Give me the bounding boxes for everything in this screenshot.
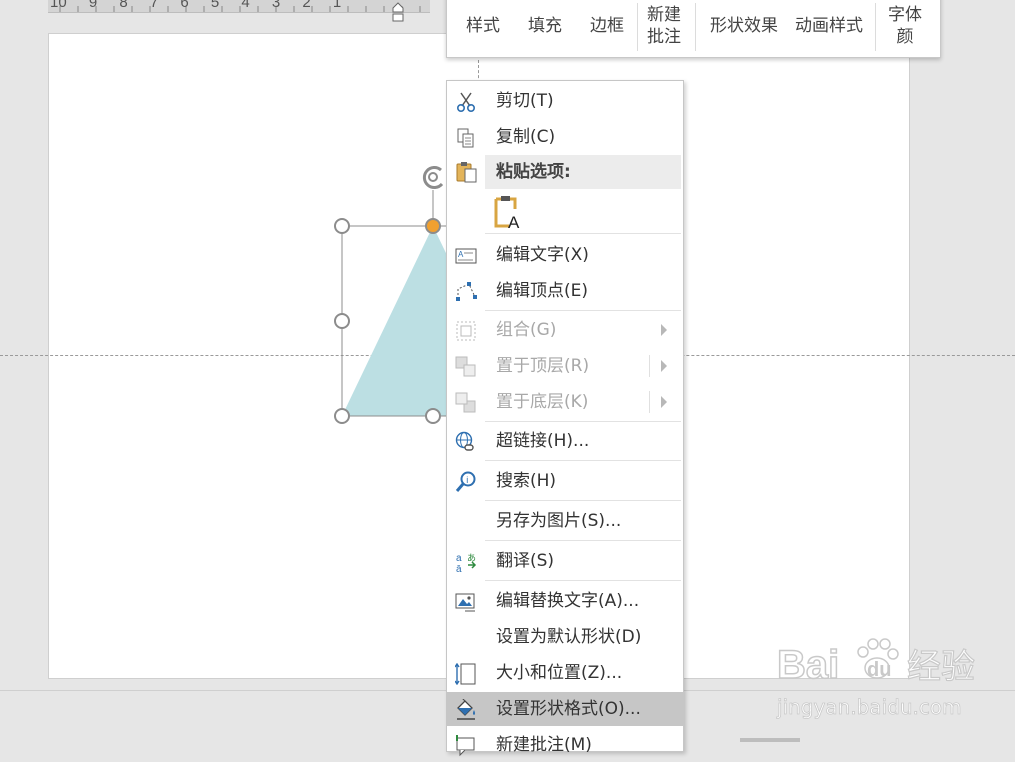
menu-item-translate[interactable]: a あ ā 翻译(S) [447, 544, 683, 578]
menu-item-label: 设置为默认形状(D) [496, 627, 642, 647]
menu-separator [485, 500, 681, 501]
resize-handle-bottom-left[interactable] [334, 408, 350, 424]
bring-to-front-icon [455, 356, 476, 377]
menu-separator [485, 540, 681, 541]
menu-item-label: 超链接(H)... [496, 431, 590, 451]
menu-item-set-default-shape[interactable]: 设置为默认形状(D) [447, 620, 683, 654]
horizontal-ruler: 10 9 8 7 6 5 4 3 2 1 [48, 0, 430, 13]
send-to-back-icon [455, 392, 476, 413]
toolbar-divider [637, 3, 638, 51]
size-position-icon [455, 663, 476, 685]
new-comment-icon [456, 735, 475, 757]
format-shape-bucket-icon [457, 699, 475, 720]
scissors-icon [456, 92, 476, 113]
baidu-jingyan-watermark: Bai du 经验 jingyan.baidu.com [776, 638, 976, 719]
menu-item-search[interactable]: i 搜索(H) [447, 464, 683, 498]
svg-text:ā: ā [456, 564, 462, 573]
style-button[interactable]: 样式 [457, 0, 509, 57]
menu-item-label: 置于底层(K) [496, 392, 589, 412]
animation-style-button[interactable]: 动画样式 [789, 0, 869, 57]
menu-item-label: 设置形状格式(O)... [496, 699, 641, 719]
submenu-arrow-icon[interactable] [661, 360, 667, 372]
svg-text:du: du [867, 659, 891, 681]
split-divider [649, 391, 650, 413]
submenu-arrow-icon[interactable] [661, 396, 667, 408]
menu-item-label: 粘贴选项: [496, 162, 571, 182]
menu-separator [485, 310, 681, 311]
menu-item-size-position[interactable]: 大小和位置(Z)... [447, 656, 683, 690]
menu-item-label: 新建批注(M) [496, 735, 592, 755]
ruler-numbers: 10 9 8 7 6 5 4 3 2 1 [50, 0, 342, 11]
menu-item-send-to-back[interactable]: 置于底层(K) [447, 385, 683, 419]
menu-item-bring-to-front[interactable]: 置于顶层(R) [447, 349, 683, 383]
adjust-handle[interactable] [425, 218, 441, 234]
menu-item-copy[interactable]: 复制(C) [447, 120, 683, 154]
menu-item-edit-points[interactable]: 编辑顶点(E) [447, 274, 683, 308]
menu-item-label: 编辑文字(X) [496, 245, 589, 265]
fill-button[interactable]: 填充 [519, 0, 571, 57]
group-icon [456, 321, 476, 341]
menu-separator [485, 233, 681, 234]
search-icon: i [455, 471, 476, 492]
split-divider [649, 355, 650, 377]
menu-item-label: 搜索(H) [496, 471, 557, 491]
menu-item-label: 组合(G) [496, 320, 557, 340]
svg-text:i: i [466, 475, 468, 485]
watermark-url-text: jingyan.baidu.com [776, 695, 962, 719]
paste-keep-text-only-icon[interactable]: A [493, 195, 525, 229]
watermark-brand-text: Bai [777, 643, 839, 687]
menu-item-label: 另存为图片(S)... [496, 511, 622, 531]
menu-separator [485, 580, 681, 581]
svg-text:a: a [456, 553, 462, 564]
indent-marker-icon[interactable] [392, 2, 404, 22]
paste-options-header: 粘贴选项: [485, 155, 681, 189]
watermark-jingyan-text: 经验 [907, 647, 975, 687]
menu-item-save-as-picture[interactable]: 另存为图片(S)... [447, 504, 683, 538]
shape-effects-button[interactable]: 形状效果 [703, 0, 785, 57]
menu-item-new-comment[interactable]: 新建批注(M) [447, 728, 683, 762]
edit-text-icon: A [455, 248, 477, 264]
menu-item-cut[interactable]: 剪切(T) [447, 84, 683, 118]
toolbar-divider [875, 3, 876, 51]
new-comment-button[interactable]: 新建 批注 [639, 0, 689, 57]
copy-icon [457, 128, 474, 148]
toolbar-divider [695, 3, 696, 51]
font-color-button[interactable]: 字体 颜 [879, 0, 931, 57]
svg-text:A: A [458, 250, 464, 259]
menu-separator [485, 460, 681, 461]
svg-text:A: A [508, 213, 520, 229]
menu-item-label: 剪切(T) [496, 91, 554, 111]
mini-toolbar: 样式 填充 边框 新建 批注 形状效果 动画样式 字体 颜 [446, 0, 941, 58]
hyperlink-globe-icon [455, 431, 474, 451]
menu-item-hyperlink[interactable]: 超链接(H)... [447, 424, 683, 458]
menu-item-label: 编辑顶点(E) [496, 281, 589, 301]
menu-item-label: 复制(C) [496, 127, 556, 147]
menu-item-label: 编辑替换文字(A)... [496, 591, 640, 611]
clipboard-icon [456, 162, 477, 183]
menu-item-edit-alt-text[interactable]: 编辑替换文字(A)... [447, 584, 683, 618]
translate-icon: a あ ā [456, 553, 477, 573]
triangle-shape[interactable] [320, 150, 525, 440]
rotate-handle-icon[interactable] [422, 166, 444, 189]
alt-text-picture-icon [455, 593, 475, 612]
paw-icon: du [857, 638, 899, 681]
submenu-arrow-icon [661, 324, 667, 336]
menu-item-group[interactable]: 组合(G) [447, 313, 683, 347]
menu-item-label: 翻译(S) [496, 551, 555, 571]
resize-handle-top-left[interactable] [334, 218, 350, 234]
border-button[interactable]: 边框 [581, 0, 633, 57]
context-menu: 剪切(T) 复制(C) 粘贴选项: A A 编辑文字(X) 编辑顶点(E) 组合… [446, 80, 684, 757]
horizontal-scrollbar-thumb[interactable] [740, 738, 800, 742]
menu-item-edit-text[interactable]: A 编辑文字(X) [447, 238, 683, 272]
resize-handle-bottom-middle[interactable] [425, 408, 441, 424]
menu-separator [485, 421, 681, 422]
menu-item-format-shape[interactable]: 设置形状格式(O)... [447, 692, 683, 726]
menu-item-label: 置于顶层(R) [496, 356, 590, 376]
svg-text:あ: あ [467, 553, 476, 564]
resize-handle-middle-left[interactable] [334, 313, 350, 329]
menu-item-label: 大小和位置(Z)... [496, 663, 623, 683]
edit-points-icon [456, 282, 477, 301]
